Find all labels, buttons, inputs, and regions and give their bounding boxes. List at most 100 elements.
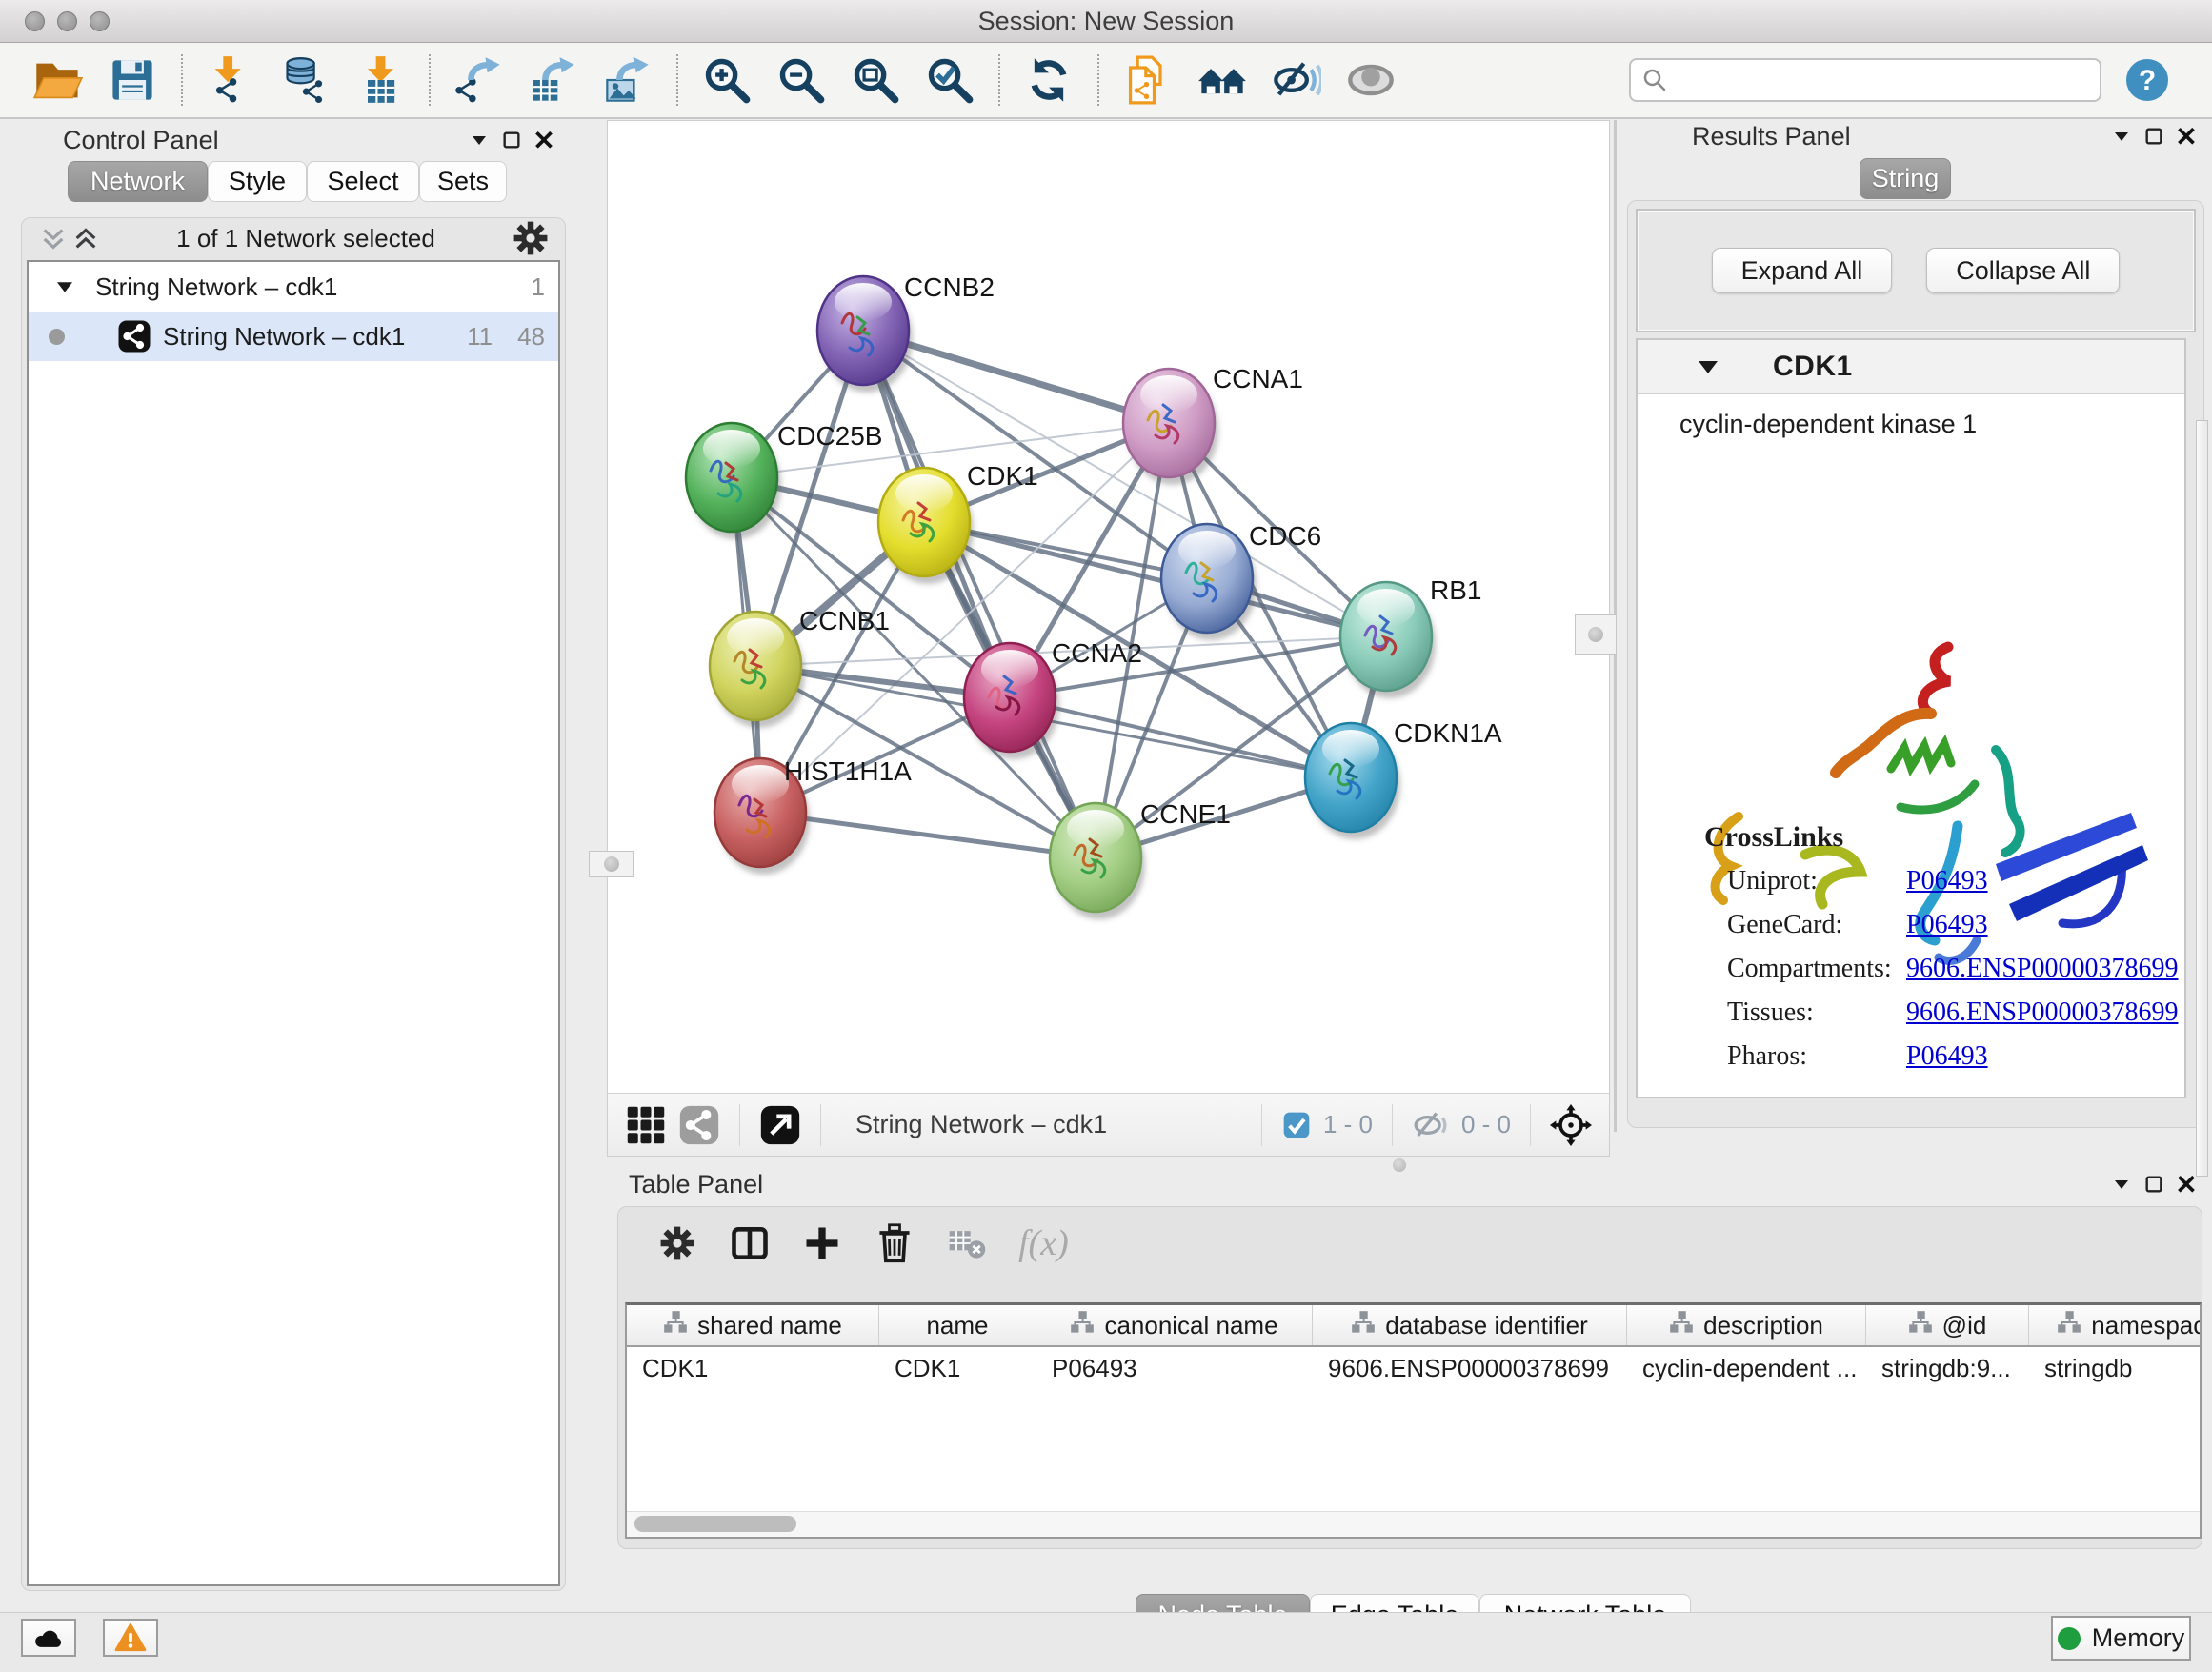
left-splitter-handle[interactable] [589, 851, 634, 877]
crosslink-value-link[interactable]: 9606.ENSP00000378699 [1906, 954, 2178, 984]
column-header-@id[interactable]: @id [1866, 1305, 2029, 1345]
results-scrollbar[interactable] [2196, 420, 2208, 1177]
expand-all-button[interactable]: Expand All [1712, 248, 1893, 293]
table-cell[interactable]: cyclin-dependent ... [1627, 1347, 1866, 1389]
crosslink-value-link[interactable]: P06493 [1906, 1041, 1988, 1072]
node-CDKN1A[interactable] [1305, 723, 1400, 839]
warnings-button[interactable] [103, 1619, 158, 1657]
control-panel-float-button[interactable] [495, 126, 528, 154]
gene-collapse-icon[interactable] [1699, 361, 1718, 373]
node-CCNB1[interactable] [710, 612, 805, 728]
column-header-shared-name[interactable]: shared name [627, 1305, 879, 1345]
column-header-canonical-name[interactable]: canonical name [1036, 1305, 1313, 1345]
import-database-icon[interactable] [281, 55, 331, 105]
detach-view-icon[interactable] [759, 1104, 801, 1146]
cloud-button[interactable] [21, 1619, 76, 1657]
table-cell[interactable]: 9606.ENSP00000378699 [1313, 1347, 1627, 1389]
results-panel-menu-button[interactable] [2105, 122, 2138, 151]
network-node-count: 11 [467, 322, 493, 352]
cloud-icon [32, 1622, 65, 1654]
import-table-icon[interactable] [355, 55, 405, 105]
collapse-all-networks-icon[interactable] [37, 224, 70, 252]
open-session-icon[interactable] [33, 55, 83, 105]
collection-expand-icon[interactable] [57, 282, 72, 292]
show-eye-icon[interactable] [1346, 55, 1396, 105]
fit-selection-target-icon[interactable] [1550, 1104, 1592, 1146]
add-column-icon[interactable] [801, 1222, 843, 1264]
node-RB1[interactable] [1340, 582, 1436, 698]
string-home-icon[interactable] [1197, 55, 1247, 105]
export-table-icon[interactable] [529, 55, 578, 105]
gene-header-row[interactable]: CDK1 [1638, 340, 2184, 394]
memory-button[interactable]: Memory [2051, 1616, 2191, 1661]
show-columns-icon[interactable] [729, 1222, 771, 1264]
crosslink-label: Pharos: [1727, 1041, 1906, 1072]
hide-glass-eye-icon[interactable] [1272, 55, 1321, 105]
node-CCNB2[interactable] [817, 276, 913, 393]
search-field[interactable] [1629, 58, 2101, 102]
tab-sets[interactable]: Sets [419, 161, 507, 202]
save-session-icon[interactable] [108, 55, 157, 105]
tab-string[interactable]: String [1860, 158, 1951, 199]
node-CCNA1[interactable] [1123, 369, 1218, 485]
crosslink-value-link[interactable]: P06493 [1906, 866, 1988, 896]
table-cell[interactable]: P06493 [1036, 1347, 1313, 1389]
table-panel-menu-button[interactable] [2105, 1170, 2138, 1199]
crosslink-value-link[interactable]: 9606.ENSP00000378699 [1906, 997, 2178, 1028]
column-header-description[interactable]: description [1627, 1305, 1866, 1345]
control-panel-close-button[interactable]: ✕ [528, 126, 560, 154]
zoom-fit-icon[interactable] [851, 55, 900, 105]
network-canvas[interactable]: CCNB2CCNA1CDC25BCDK1CDC6RB1CCNB1CCNA2CDK… [608, 121, 1609, 1093]
edge-CCNE1-HIST1H1A[interactable] [760, 813, 1096, 857]
refresh-layout-icon[interactable] [1024, 55, 1074, 105]
table-cell[interactable]: stringdb:9... [1866, 1347, 2029, 1389]
results-panel-close-button[interactable]: ✕ [2170, 122, 2202, 151]
table-cell[interactable]: CDK1 [879, 1347, 1036, 1389]
column-header-name[interactable]: name [879, 1305, 1036, 1345]
table-settings-icon[interactable] [656, 1222, 698, 1264]
tab-select[interactable]: Select [307, 161, 419, 202]
node-CCNE1[interactable] [1050, 803, 1145, 919]
clone-network-icon[interactable] [1123, 55, 1173, 105]
network-options-gear-icon[interactable] [510, 217, 552, 259]
scrollbar-thumb[interactable] [634, 1516, 796, 1532]
birds-eye-view-icon[interactable] [625, 1104, 667, 1146]
zoom-selected-icon[interactable] [925, 55, 975, 105]
network-collection-row[interactable]: String Network – cdk1 1 [29, 262, 558, 312]
table-panel-float-button[interactable] [2138, 1170, 2170, 1199]
zoom-in-icon[interactable] [702, 55, 752, 105]
table-horizontal-scrollbar[interactable] [627, 1511, 2200, 1537]
crosslinks-section: CrossLinks Uniprot:P06493GeneCard:P06493… [1638, 821, 2184, 1078]
help-button[interactable]: ? [2124, 57, 2170, 103]
selected-checkbox-icon[interactable] [1281, 1110, 1312, 1140]
network-row-selected[interactable]: String Network – cdk1 11 48 [29, 312, 558, 361]
tab-style[interactable]: Style [208, 161, 307, 202]
zoom-out-icon[interactable] [776, 55, 826, 105]
export-network-icon[interactable] [454, 55, 504, 105]
column-header-database-identifier[interactable]: database identifier [1313, 1305, 1627, 1345]
hidden-eye-slash-icon[interactable] [1412, 1106, 1450, 1144]
export-image-icon[interactable] [603, 55, 653, 105]
results-panel-float-button[interactable] [2138, 122, 2170, 151]
delete-column-icon[interactable] [874, 1222, 915, 1264]
table-panel-close-button[interactable]: ✕ [2170, 1170, 2202, 1199]
svg-text:?: ? [2139, 65, 2156, 96]
main-toolbar: ? [0, 43, 2212, 119]
right-splitter-handle[interactable] [1575, 614, 1617, 655]
table-cell[interactable]: stringdb [2029, 1347, 2202, 1389]
node-CDK1[interactable] [878, 468, 974, 584]
column-header-namespace[interactable]: namespace [2029, 1305, 2202, 1345]
expand-all-networks-icon[interactable] [70, 224, 102, 252]
table-row[interactable]: CDK1CDK1P064939606.ENSP00000378699cyclin… [627, 1347, 2200, 1389]
collapse-all-button[interactable]: Collapse All [1926, 248, 2120, 293]
tab-network[interactable]: Network [68, 161, 208, 202]
node-table[interactable]: shared namenamecanonical namedatabase id… [625, 1302, 2202, 1539]
crosslink-value-link[interactable]: P06493 [1906, 910, 1988, 940]
node-CCNA2[interactable] [964, 643, 1059, 759]
table-cell[interactable]: CDK1 [627, 1347, 879, 1389]
import-network-icon[interactable] [207, 55, 256, 105]
node-CDC6[interactable] [1161, 524, 1257, 640]
search-input[interactable] [1669, 65, 2090, 96]
control-panel-menu-button[interactable] [463, 126, 495, 154]
horizontal-splitter-handle[interactable] [1393, 1158, 1406, 1172]
